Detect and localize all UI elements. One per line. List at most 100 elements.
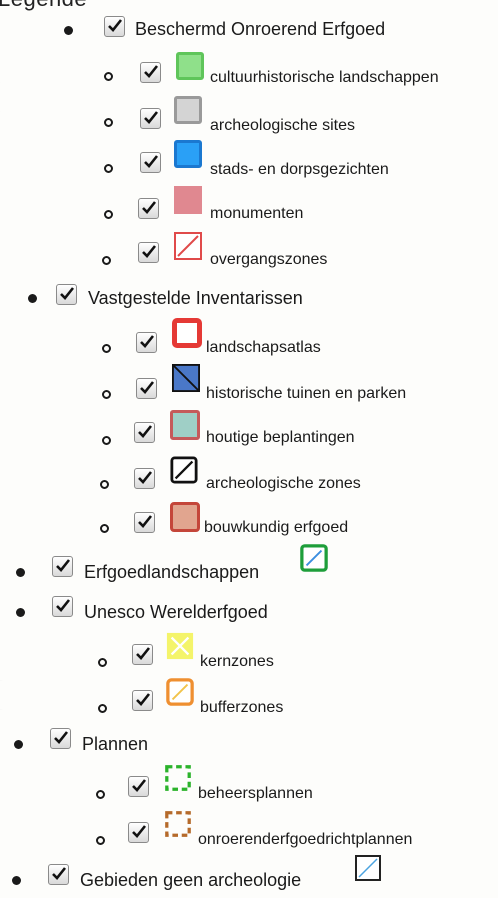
checkbox-archeologische-zones[interactable] xyxy=(134,468,155,489)
legend-group-vastgestelde-inventarissen: Vastgestelde Inventarissen xyxy=(0,284,498,314)
item-label: cultuurhistorische landschappen xyxy=(210,69,439,86)
bullet-icon xyxy=(104,72,113,81)
bullet-icon xyxy=(16,608,25,617)
checkbox-beschermd-onroerend-erfgoed[interactable] xyxy=(104,16,125,37)
legend-item-archeologische-sites: archeologische sites xyxy=(0,96,498,134)
item-label: bouwkundig erfgoed xyxy=(204,519,349,536)
legend-group-erfgoedlandschappen: Erfgoedlandschappen xyxy=(0,544,498,588)
bullet-icon xyxy=(102,390,111,399)
brown-dashed-square-icon xyxy=(165,811,191,837)
legend-item-cultuurhistorische-landschappen: cultuurhistorische landschappen xyxy=(0,52,498,88)
checkmark-icon xyxy=(108,19,123,32)
legend-item-onroerenderfgoedrichtplannen: onroerenderfgoedrichtplannen xyxy=(0,811,498,858)
bullet-icon xyxy=(100,480,109,489)
teal-filled-square-icon xyxy=(170,410,200,440)
checkbox-vastgestelde-inventarissen[interactable] xyxy=(56,284,77,305)
legend-item-historische-tuinen-en-parken: historische tuinen en parken xyxy=(0,364,498,408)
bullet-icon xyxy=(102,344,111,353)
bullet-icon xyxy=(104,164,113,173)
checkbox-cultuurhistorische-landschappen[interactable] xyxy=(140,62,161,83)
checkbox-landschapsatlas[interactable] xyxy=(136,332,157,353)
checkmark-icon xyxy=(140,335,155,348)
checkbox-onroerenderfgoedrichtplannen[interactable] xyxy=(128,822,149,843)
yellow-cross-square-icon xyxy=(166,632,194,660)
checkmark-icon xyxy=(138,471,153,484)
legend-group-unesco-werelderfgoed: Unesco Werelderfgoed xyxy=(0,596,498,628)
checkbox-overgangszones[interactable] xyxy=(138,242,159,263)
checkbox-beheersplannen[interactable] xyxy=(128,776,149,797)
salmon-filled-square-icon xyxy=(170,502,200,532)
legend-title: Legende xyxy=(0,0,87,12)
checkbox-bufferzones[interactable] xyxy=(132,690,153,711)
group-label: Erfgoedlandschappen xyxy=(84,562,260,582)
checkmark-icon xyxy=(138,515,153,528)
orange-hatched-square-icon xyxy=(166,678,194,706)
legend-item-overgangszones: overgangszones xyxy=(0,232,498,272)
green-filled-square-icon xyxy=(176,52,204,80)
checkbox-stads-en-dorpsgezichten[interactable] xyxy=(140,152,161,173)
bullet-icon xyxy=(104,118,113,127)
bullet-icon xyxy=(64,26,73,35)
item-label: landschapsatlas xyxy=(206,339,321,356)
black-hatched-square-icon xyxy=(170,456,198,484)
legend-item-landschapsatlas: landschapsatlas xyxy=(0,318,498,362)
item-label: archeologische zones xyxy=(206,475,361,492)
checkbox-erfgoedlandschappen[interactable] xyxy=(52,556,73,577)
item-label: archeologische sites xyxy=(210,117,355,134)
checkmark-icon xyxy=(56,559,71,572)
blue-hatched-outline-square-icon xyxy=(355,855,381,881)
legend-item-stads-en-dorpsgezichten: stads- en dorpsgezichten xyxy=(0,140,498,180)
checkmark-icon xyxy=(60,287,75,300)
bullet-icon xyxy=(96,836,105,845)
checkbox-plannen[interactable] xyxy=(50,728,71,749)
checkmark-icon xyxy=(136,647,151,660)
checkmark-icon xyxy=(132,779,147,792)
item-label: kernzones xyxy=(200,653,274,670)
checkmark-icon xyxy=(144,111,159,124)
legend-item-kernzones: kernzones xyxy=(0,632,498,678)
checkbox-bouwkundig-erfgoed[interactable] xyxy=(134,512,155,533)
bullet-icon xyxy=(104,210,113,219)
group-label: Unesco Werelderfgoed xyxy=(84,602,268,622)
checkbox-historische-tuinen-en-parken[interactable] xyxy=(136,378,157,399)
grey-filled-square-icon xyxy=(174,96,202,124)
checkbox-kernzones[interactable] xyxy=(132,644,153,665)
green-dashed-square-icon xyxy=(165,765,191,791)
legend-group-beschermd-onroerend-erfgoed: Beschermd Onroerend Erfgoed xyxy=(0,14,498,44)
checkmark-icon xyxy=(54,731,69,744)
group-label: Vastgestelde Inventarissen xyxy=(88,288,303,308)
bullet-icon xyxy=(96,790,105,799)
checkmark-icon xyxy=(144,65,159,78)
pink-filled-square-icon xyxy=(174,186,202,214)
item-label: overgangszones xyxy=(210,251,328,268)
item-label: monumenten xyxy=(210,205,304,222)
blue-filled-square-icon xyxy=(174,140,202,168)
bullet-icon xyxy=(102,436,111,445)
red-outline-square-icon xyxy=(172,318,202,348)
item-label: stads- en dorpsgezichten xyxy=(210,161,389,178)
green-hatched-square-icon xyxy=(300,544,328,572)
checkbox-houtige-beplantingen[interactable] xyxy=(134,422,155,443)
group-label: Gebieden geen archeologie xyxy=(80,870,302,890)
blue-hatched-square-icon xyxy=(172,364,200,392)
checkmark-icon xyxy=(142,245,157,258)
checkmark-icon xyxy=(144,155,159,168)
item-label: onroerenderfgoedrichtplannen xyxy=(198,831,413,848)
legend-item-bufferzones: bufferzones xyxy=(0,678,498,724)
checkbox-monumenten[interactable] xyxy=(138,198,159,219)
bullet-icon xyxy=(100,524,109,533)
bullet-icon xyxy=(16,568,25,577)
legend-group-plannen: Plannen xyxy=(0,728,498,762)
bullet-icon xyxy=(28,294,37,303)
checkbox-gebieden-geen-archeologie[interactable] xyxy=(48,864,69,885)
legend-item-beheersplannen: beheersplannen xyxy=(0,765,498,812)
checkmark-icon xyxy=(140,381,155,394)
group-label: Plannen xyxy=(82,734,149,754)
red-hatched-square-icon xyxy=(174,232,202,260)
legend-item-bouwkundig-erfgoed: bouwkundig erfgoed xyxy=(0,502,498,544)
bullet-icon xyxy=(98,704,107,713)
legend-item-archeologische-zones: archeologische zones xyxy=(0,456,498,500)
checkbox-archeologische-sites[interactable] xyxy=(140,108,161,129)
item-label: houtige beplantingen xyxy=(206,429,355,446)
checkbox-unesco-werelderfgoed[interactable] xyxy=(52,596,73,617)
